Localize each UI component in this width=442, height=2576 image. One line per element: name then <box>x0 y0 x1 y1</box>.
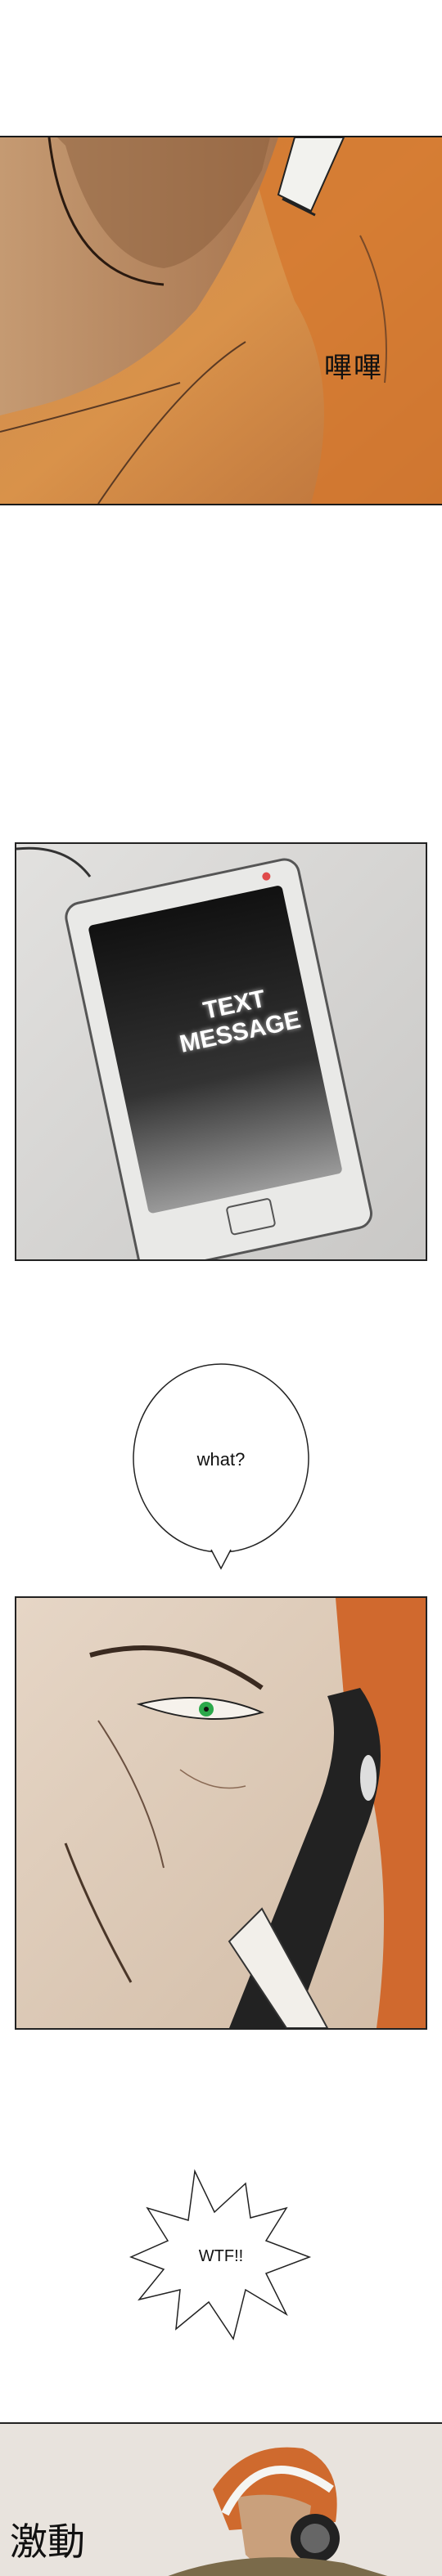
panel-person-headphones: 激動 <box>0 2422 442 2576</box>
excited-sound-effect: 激動 <box>10 2520 85 2564</box>
shout-bubble-wtf-text: WTF!! <box>198 2247 244 2265</box>
shout-bubble-shape <box>129 2169 312 2340</box>
